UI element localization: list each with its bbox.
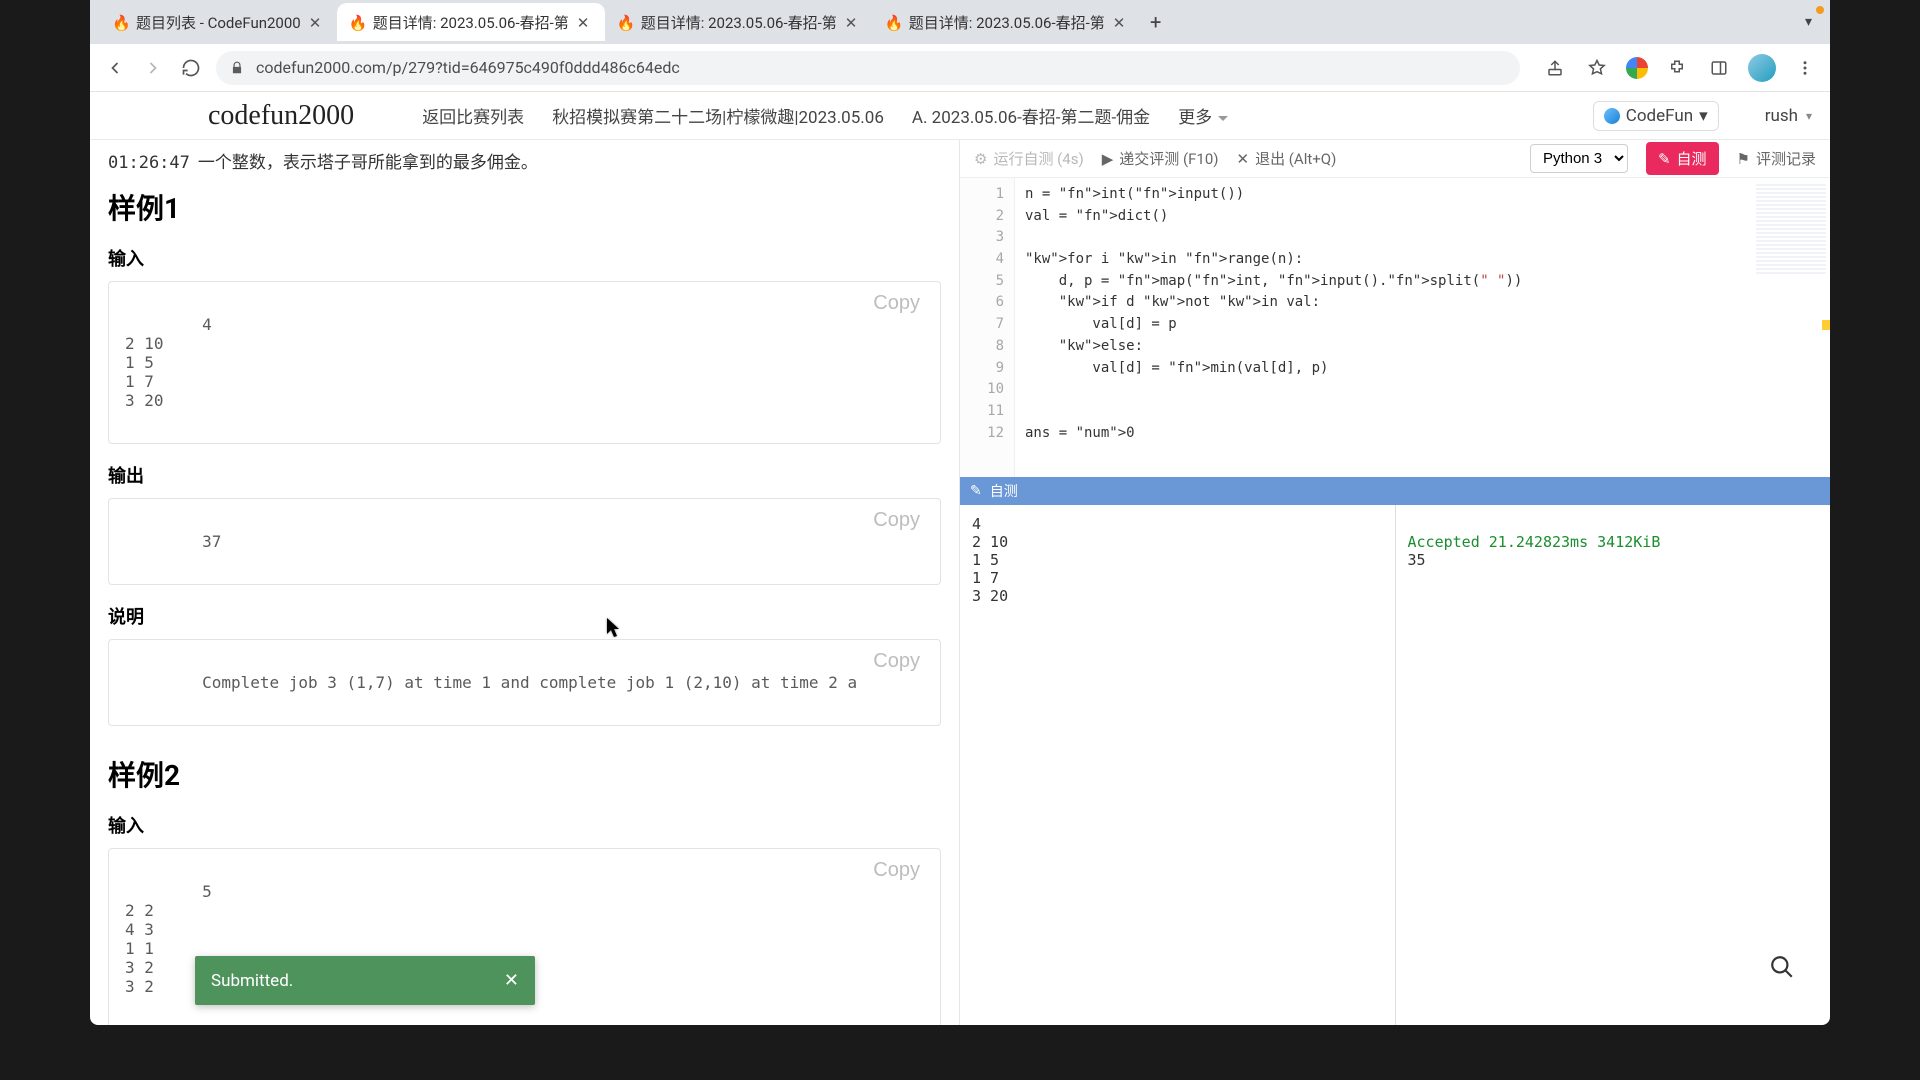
- toast-text: Submitted.: [211, 971, 293, 991]
- language-select[interactable]: Python 3: [1530, 144, 1628, 173]
- nav-more[interactable]: 更多: [1178, 103, 1228, 128]
- sample1-explain-box[interactable]: CopyComplete job 3 (1,7) at time 1 and c…: [108, 639, 941, 726]
- code-area[interactable]: n = "fn">int("fn">input()) val = "fn">di…: [1015, 178, 1830, 477]
- input-heading: 输入: [108, 245, 941, 271]
- sample1-heading: 样例1: [108, 187, 941, 227]
- sample2-heading: 样例2: [108, 754, 941, 794]
- editor-panel: ⚙ 运行自测 (4s) ▶ 递交评测 (F10) ✕ 退出 (Alt+Q) Py…: [960, 140, 1830, 1025]
- explain-heading: 说明: [108, 603, 941, 629]
- globe-icon: [1604, 108, 1620, 124]
- close-icon[interactable]: ✕: [504, 970, 519, 991]
- selftest-input[interactable]: 4 2 10 1 5 1 7 3 20: [960, 505, 1396, 1025]
- copy-button[interactable]: Copy: [859, 505, 934, 536]
- editor-toolbar: ⚙ 运行自测 (4s) ▶ 递交评测 (F10) ✕ 退出 (Alt+Q) Py…: [960, 140, 1830, 178]
- selftest-output: Accepted 21.242823ms 3412KiB 35: [1396, 505, 1831, 1025]
- lock-icon: [230, 60, 246, 76]
- sidepanel-icon[interactable]: [1706, 55, 1732, 81]
- kebab-menu-icon[interactable]: [1792, 55, 1818, 81]
- flame-icon: 🔥: [349, 14, 365, 30]
- notification-dot-icon: [1816, 6, 1824, 14]
- tab-title: 题目详情: 2023.05.06-春招-第: [641, 12, 837, 33]
- site-header: codefun2000 返回比赛列表 秋招模拟赛第二十二场|柠檬微趣|2023.…: [90, 92, 1830, 140]
- browser-toolbar: codefun2000.com/p/279?tid=646975c490f0dd…: [90, 44, 1830, 92]
- nav-contest-name[interactable]: 秋招模拟赛第二十二场|柠檬微趣|2023.05.06: [552, 103, 884, 128]
- copy-button[interactable]: Copy: [859, 855, 934, 886]
- nav-problem-name[interactable]: A. 2023.05.06-春招-第二题-佣金: [912, 103, 1150, 128]
- test-status: Accepted 21.242823ms 3412KiB: [1408, 533, 1661, 551]
- sample1-input-box[interactable]: Copy 4 2 10 1 5 1 7 3 20: [108, 281, 941, 444]
- reload-button[interactable]: [178, 55, 204, 81]
- flag-icon: ⚑: [1737, 150, 1750, 168]
- browser-tab-2[interactable]: 🔥 题目详情: 2023.05.06-春招-第 ✕: [337, 3, 605, 41]
- gear-icon: ⚙: [974, 150, 987, 168]
- tab-title: 题目详情: 2023.05.06-春招-第: [909, 12, 1105, 33]
- record-button[interactable]: ⚑ 评测记录: [1737, 148, 1816, 169]
- test-answer: 35: [1408, 551, 1426, 569]
- run-selftest-button: ⚙ 运行自测 (4s): [974, 148, 1084, 169]
- exit-button[interactable]: ✕ 退出 (Alt+Q): [1236, 148, 1336, 169]
- close-icon[interactable]: ✕: [309, 14, 325, 30]
- desc-fragment: 一个整数，表示塔子哥所能拿到的最多佣金。: [198, 148, 538, 173]
- flame-icon: 🔥: [885, 14, 901, 30]
- back-button[interactable]: [102, 55, 128, 81]
- close-icon[interactable]: ✕: [1113, 14, 1129, 30]
- browser-tab-3[interactable]: 🔥 题目详情: 2023.05.06-春招-第 ✕: [605, 3, 873, 41]
- share-icon[interactable]: [1542, 55, 1568, 81]
- browser-tabstrip: 🔥 题目列表 - CodeFun2000 ✕ 🔥 题目详情: 2023.05.0…: [90, 0, 1830, 44]
- flame-icon: 🔥: [617, 14, 633, 30]
- copy-button[interactable]: Copy: [859, 288, 934, 319]
- nav-user-dropdown[interactable]: rush ▾: [1765, 106, 1812, 126]
- selftest-label: 自测: [990, 481, 1018, 501]
- problem-panel[interactable]: 01:26:47 一个整数，表示塔子哥所能拿到的最多佣金。 样例1 输入 Cop…: [90, 140, 960, 1025]
- chevron-down-icon: ▾: [1699, 106, 1708, 126]
- url-text: codefun2000.com/p/279?tid=646975c490f0dd…: [256, 58, 1506, 77]
- tab-title: 题目详情: 2023.05.06-春招-第: [373, 12, 569, 33]
- pencil-icon: ✎: [970, 483, 982, 499]
- nav-codefun-dropdown[interactable]: CodeFun ▾: [1593, 101, 1719, 131]
- nav-back-contest[interactable]: 返回比赛列表: [422, 103, 524, 128]
- extensions-icon[interactable]: [1664, 55, 1690, 81]
- new-tab-button[interactable]: +: [1141, 7, 1171, 37]
- search-fab[interactable]: [1764, 949, 1800, 985]
- close-icon: ✕: [1236, 150, 1249, 168]
- sample1-output-box[interactable]: Copy 37: [108, 498, 941, 585]
- contest-timer: 01:26:47: [108, 153, 190, 173]
- output-heading: 输出: [108, 462, 941, 488]
- username: rush: [1765, 106, 1798, 126]
- selftest-panel: 4 2 10 1 5 1 7 3 20 Accepted 21.242823ms…: [960, 505, 1830, 1025]
- pencil-icon: ✎: [1658, 150, 1671, 168]
- minimap[interactable]: [1756, 184, 1826, 274]
- close-icon[interactable]: ✕: [577, 14, 593, 30]
- toast-submitted: Submitted. ✕: [195, 956, 535, 1005]
- copy-button[interactable]: Copy: [859, 646, 934, 677]
- sample1-input: 4 2 10 1 5 1 7 3 20: [125, 315, 212, 410]
- browser-tab-4[interactable]: 🔥 题目详情: 2023.05.06-春招-第 ✕: [873, 3, 1141, 41]
- browser-tab-1[interactable]: 🔥 题目列表 - CodeFun2000 ✕: [100, 3, 337, 41]
- line-gutter: 1 2 3 4 5 6 7 8 9 10 11 12: [960, 178, 1015, 477]
- sample1-output: 37: [202, 532, 221, 551]
- star-icon[interactable]: [1584, 55, 1610, 81]
- forward-button[interactable]: [140, 55, 166, 81]
- tab-title: 题目列表 - CodeFun2000: [136, 12, 301, 33]
- sample1-explain: Complete job 3 (1,7) at time 1 and compl…: [202, 673, 857, 692]
- selftest-bar[interactable]: ✎ 自测: [960, 477, 1830, 505]
- play-icon: ▶: [1102, 150, 1114, 168]
- flame-icon: 🔥: [112, 14, 128, 30]
- codefun-label: CodeFun: [1626, 106, 1693, 126]
- chevron-down-icon: ▾: [1806, 109, 1812, 123]
- avatar[interactable]: [1748, 54, 1776, 82]
- close-icon[interactable]: ✕: [845, 14, 861, 30]
- profile-color-icon[interactable]: [1626, 57, 1648, 79]
- site-logo[interactable]: codefun2000: [108, 100, 394, 132]
- submit-button[interactable]: ▶ 递交评测 (F10): [1102, 148, 1219, 169]
- input-heading-2: 输入: [108, 812, 941, 838]
- url-bar[interactable]: codefun2000.com/p/279?tid=646975c490f0dd…: [216, 51, 1520, 85]
- chevron-down-icon[interactable]: ▾: [1805, 14, 1812, 30]
- code-editor[interactable]: 1 2 3 4 5 6 7 8 9 10 11 12 n = "fn">int(…: [960, 178, 1830, 477]
- warning-marker-icon: [1822, 320, 1830, 330]
- selftest-button[interactable]: ✎ 自测: [1646, 142, 1719, 175]
